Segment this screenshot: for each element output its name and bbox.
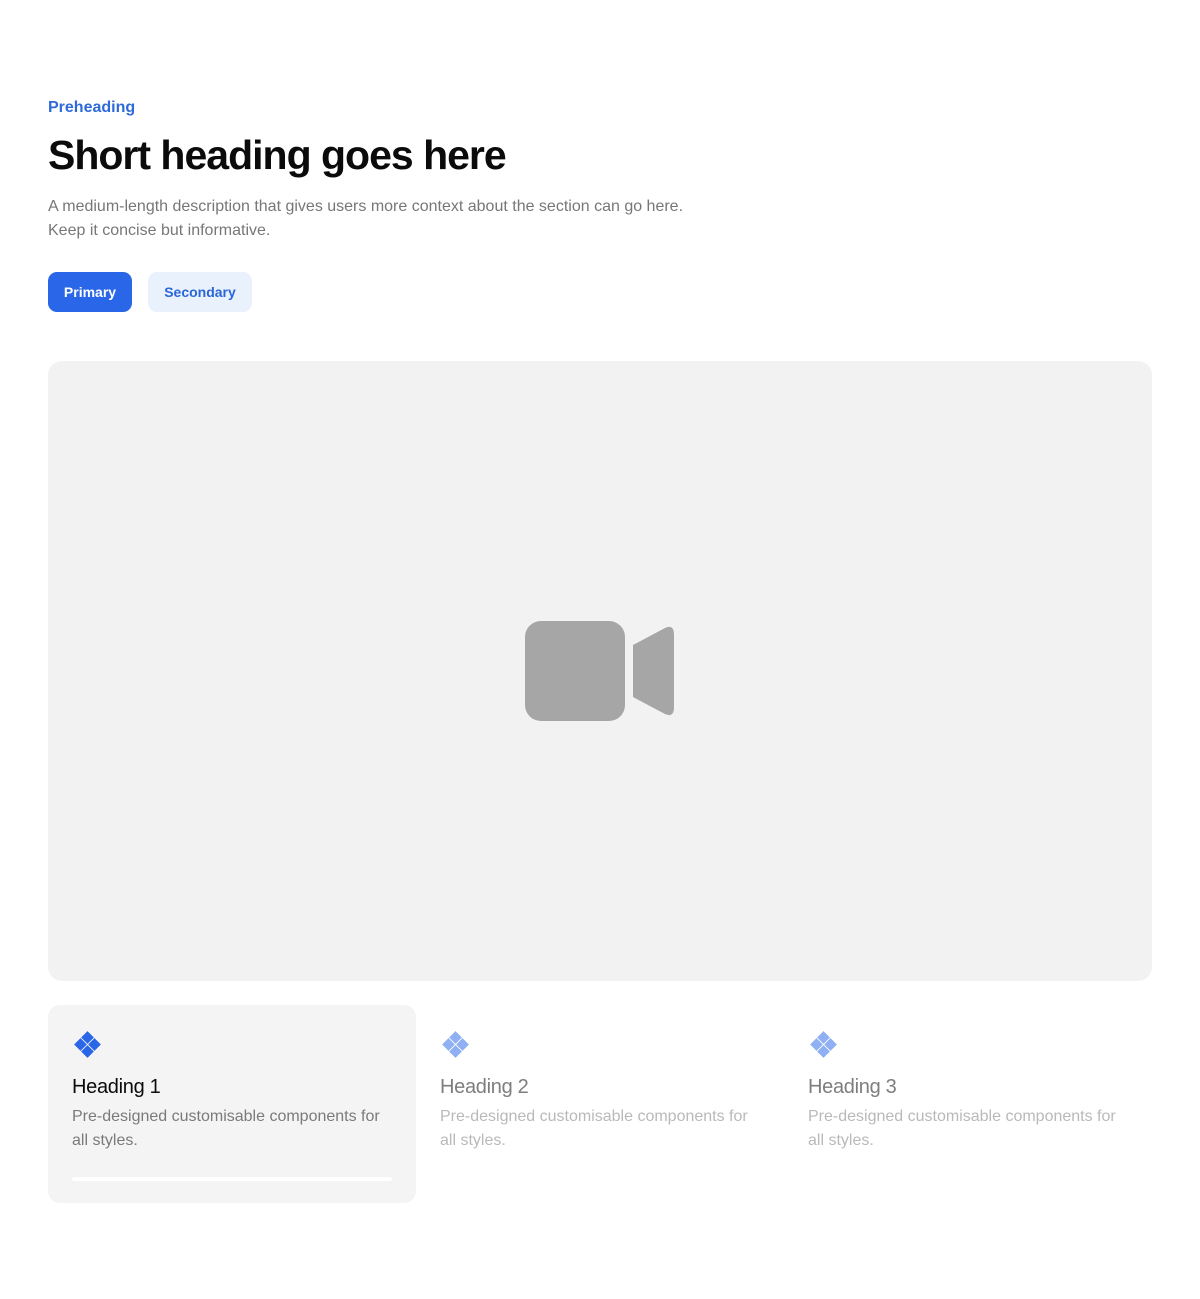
video-camera-icon — [525, 621, 675, 721]
feature-text: Pre-designed customisable components for… — [808, 1108, 1116, 1149]
video-placeholder[interactable] — [48, 361, 1152, 981]
page: Preheading Short heading goes here A med… — [0, 0, 1200, 1299]
feature-tab-2[interactable]: Heading 2 Pre-designed customisable comp… — [416, 1005, 784, 1203]
diamond-grid-icon — [808, 1029, 1128, 1061]
section-description: A medium-length description that gives u… — [48, 198, 684, 239]
feature-heading: Heading 1 — [72, 1076, 161, 1098]
secondary-button[interactable]: Secondary — [148, 272, 252, 312]
feature-tabs: Heading 1 Pre-designed customisable comp… — [48, 1005, 1152, 1203]
primary-button[interactable]: Primary — [48, 272, 132, 312]
feature-text: Pre-designed customisable components for… — [72, 1108, 380, 1149]
feature-tab-3[interactable]: Heading 3 Pre-designed customisable comp… — [784, 1005, 1152, 1203]
feature-heading: Heading 2 — [440, 1076, 529, 1098]
page-title: Short heading goes here — [48, 132, 507, 178]
feature-heading: Heading 3 — [808, 1076, 897, 1098]
feature-progress — [72, 1177, 392, 1181]
section-header: Preheading Short heading goes here A med… — [48, 97, 688, 243]
diamond-grid-icon — [72, 1029, 392, 1061]
diamond-grid-icon — [440, 1029, 760, 1061]
feature-tab-1[interactable]: Heading 1 Pre-designed customisable comp… — [48, 1005, 416, 1203]
action-buttons: Primary Secondary — [48, 272, 252, 312]
feature-text: Pre-designed customisable components for… — [440, 1108, 748, 1149]
feature-progress-fill — [72, 1177, 392, 1181]
preheading: Preheading — [48, 99, 136, 116]
